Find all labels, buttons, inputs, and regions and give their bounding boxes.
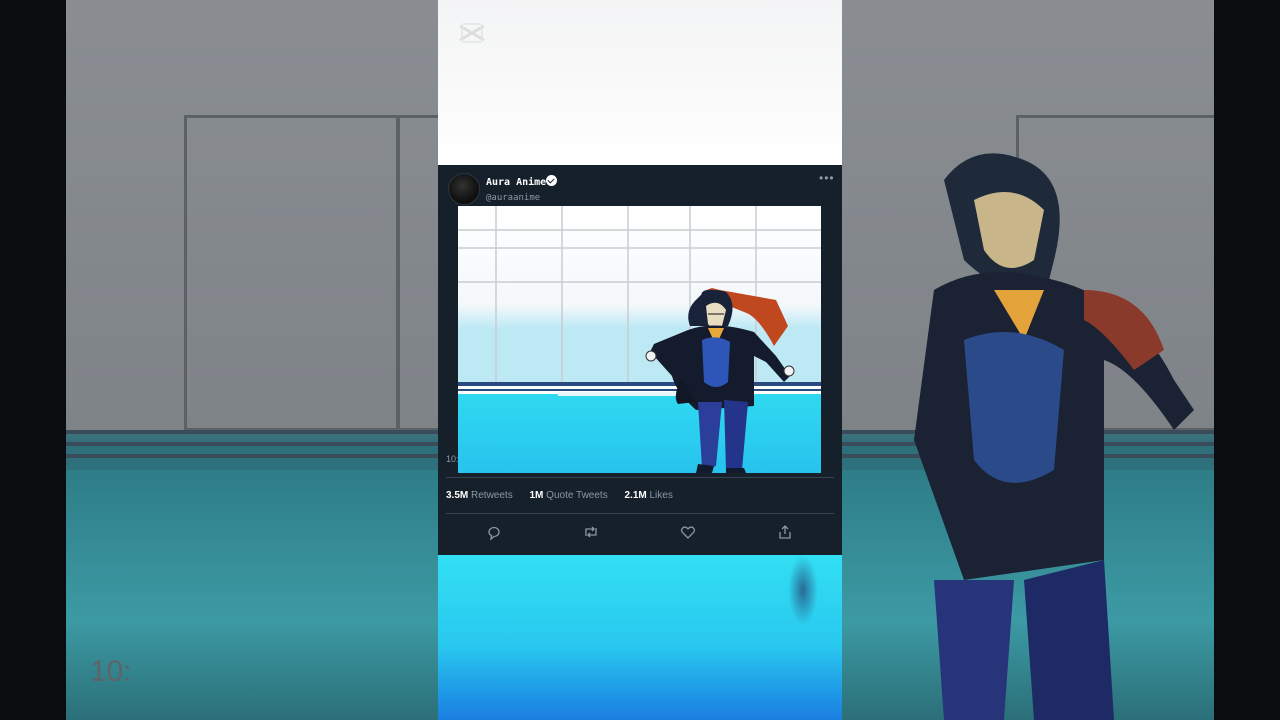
retweet-icon[interactable] (582, 523, 600, 541)
tweet-card: Aura Anime @auraanime ••• 10: 3.5M Retwe… (438, 165, 842, 555)
capcut-logo-icon (459, 23, 485, 43)
divider (446, 513, 834, 514)
like-icon[interactable] (679, 523, 697, 541)
user-handle[interactable]: @auraanime (486, 193, 540, 203)
retweets-stat[interactable]: 3.5M Retweets (446, 490, 513, 501)
likes-stat[interactable]: 2.1M Likes (624, 490, 672, 501)
share-icon[interactable] (776, 523, 794, 541)
quotes-label: Quote Tweets (546, 490, 608, 501)
tweet-media[interactable] (458, 206, 821, 473)
background-timestamp: 10: (90, 655, 132, 688)
quotes-stat[interactable]: 1M Quote Tweets (529, 490, 607, 501)
display-name[interactable]: Aura Anime (486, 177, 546, 188)
likes-label: Likes (649, 490, 673, 501)
media-timestamp: 10: (446, 454, 459, 464)
verified-badge-icon (546, 175, 557, 186)
more-dots-icon[interactable]: ••• (819, 171, 835, 185)
retweets-count: 3.5M (446, 490, 469, 501)
background-character-image (914, 153, 1194, 720)
letterbox-left (0, 0, 66, 720)
video-frame: Aura Anime @auraanime ••• 10: 3.5M Retwe… (438, 0, 842, 720)
tweet-stats: 3.5M Retweets 1M Quote Tweets 2.1M Likes (446, 490, 687, 501)
bottom-blur-shape (788, 555, 818, 625)
background-panel (184, 115, 400, 431)
reply-icon[interactable] (485, 523, 503, 541)
quotes-count: 1M (529, 490, 544, 501)
video-bottom-area (438, 555, 842, 720)
retweets-label: Retweets (471, 490, 513, 501)
divider (446, 477, 834, 478)
letterbox-right (1214, 0, 1280, 720)
avatar[interactable] (448, 173, 480, 205)
video-top-area (438, 0, 842, 165)
tweet-actions (438, 521, 842, 545)
anime-character-image (458, 206, 821, 473)
likes-count: 2.1M (624, 490, 647, 501)
